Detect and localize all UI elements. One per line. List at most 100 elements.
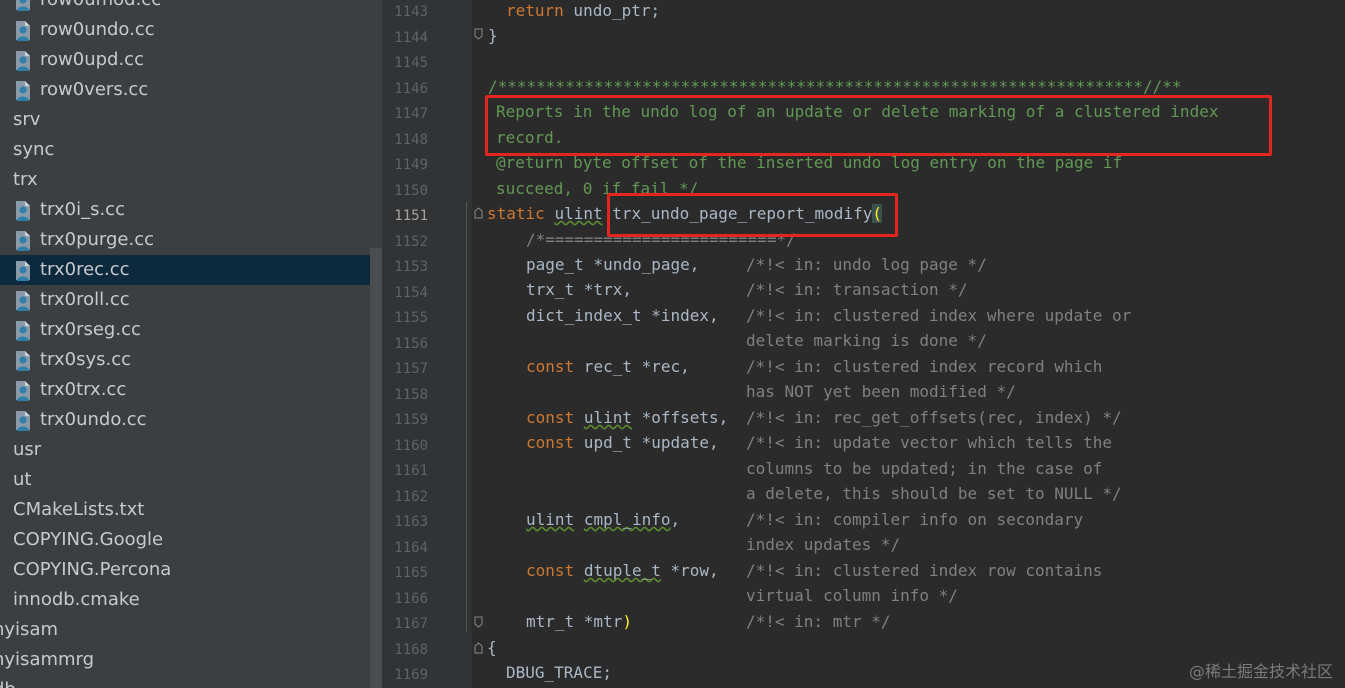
line-number[interactable]: 1145: [384, 53, 428, 73]
comment-line[interactable]: /*!< in: mtr */: [746, 610, 891, 634]
tree-folder-item[interactable]: innodb.cmake: [0, 585, 370, 615]
line-number[interactable]: 1155: [384, 308, 428, 328]
keyword: return: [506, 1, 564, 20]
line-number[interactable]: 1152: [384, 232, 428, 252]
param-line[interactable]: dict_index_t *index,: [526, 304, 719, 328]
line-number[interactable]: 1156: [384, 334, 428, 354]
comment-line[interactable]: /*!< in: update vector which tells the: [746, 431, 1112, 455]
tree-file-item[interactable]: trx0sys.cc: [0, 345, 370, 375]
comment-line[interactable]: columns to be updated; in the case of: [746, 457, 1102, 481]
tree-folder-item[interactable]: nyisammrg: [0, 645, 370, 675]
tree-folder-item[interactable]: COPYING.Google: [0, 525, 370, 555]
param-line[interactable]: const upd_t *update,: [526, 431, 719, 455]
line-number[interactable]: 1147: [384, 104, 428, 124]
comment: /*!< in: rec_get_offsets(rec, index) */: [746, 408, 1122, 427]
tree-folder-item[interactable]: trx: [0, 165, 370, 195]
comment-line[interactable]: /*!< in: clustered index where update or: [746, 304, 1131, 328]
line-number[interactable]: 1151: [384, 206, 428, 226]
line-number[interactable]: 1144: [384, 28, 428, 48]
param-line[interactable]: const dtuple_t *row,: [526, 559, 719, 583]
code-line[interactable]: }: [488, 24, 498, 48]
param-decl: dict_index_t *index,: [526, 306, 719, 325]
line-number[interactable]: 1169: [384, 665, 428, 685]
comment-line[interactable]: /*!< in: compiler info on secondary: [746, 508, 1083, 532]
param-line[interactable]: mtr_t *mtr): [526, 610, 632, 634]
tree-item-label: ut: [13, 469, 32, 490]
line-number[interactable]: 1150: [384, 181, 428, 201]
line-number[interactable]: 1143: [384, 2, 428, 22]
comment-line[interactable]: virtual column info */: [746, 584, 958, 608]
tree-file-item[interactable]: trx0roll.cc: [0, 285, 370, 315]
param-line[interactable]: const rec_t *rec,: [526, 355, 690, 379]
tree-folder-item[interactable]: ut: [0, 465, 370, 495]
tree-file-item[interactable]: row0umod.cc: [0, 0, 370, 15]
line-number[interactable]: 1148: [384, 130, 428, 150]
highlight-box-doc-comment: [485, 95, 1272, 156]
comment-line[interactable]: delete marking is done */: [746, 329, 987, 353]
line-number[interactable]: 1160: [384, 436, 428, 456]
comment-line[interactable]: /*!< in: clustered index row contains: [746, 559, 1102, 583]
line-number[interactable]: 1165: [384, 563, 428, 583]
param-line[interactable]: ulint cmpl_info,: [526, 508, 680, 532]
line-number[interactable]: 1153: [384, 257, 428, 277]
line-number[interactable]: 1158: [384, 385, 428, 405]
param-decl: *row,: [660, 561, 719, 580]
param-line[interactable]: trx_t *trx,: [526, 278, 632, 302]
code-line[interactable]: return undo_ptr;: [506, 0, 660, 23]
line-number[interactable]: 1163: [384, 512, 428, 532]
line-number[interactable]: 1166: [384, 589, 428, 609]
tree-file-item[interactable]: trx0i_s.cc: [0, 195, 370, 225]
code-line[interactable]: DBUG_TRACE;: [506, 661, 612, 685]
tree-file-item[interactable]: trx0rseg.cc: [0, 315, 370, 345]
param-line[interactable]: page_t *undo_page,: [526, 253, 699, 277]
comment-line[interactable]: /*!< in: rec_get_offsets(rec, index) */: [746, 406, 1122, 430]
comment: has NOT yet been modified */: [746, 382, 1016, 401]
code-line[interactable]: {: [487, 636, 497, 660]
tree-folder-item[interactable]: COPYING.Percona: [0, 555, 370, 585]
tree-scrollbar-thumb[interactable]: [370, 248, 382, 688]
tree-file-item[interactable]: trx0trx.cc: [0, 375, 370, 405]
comment-line[interactable]: a delete, this should be set to NULL */: [746, 482, 1122, 506]
comment-line[interactable]: /*!< in: clustered index record which: [746, 355, 1102, 379]
tree-item-label: usr: [13, 439, 42, 460]
fold-end-icon[interactable]: [474, 616, 483, 628]
comment-line[interactable]: /*!< in: undo log page */: [746, 253, 987, 277]
tree-folder-item[interactable]: srv: [0, 105, 370, 135]
line-number[interactable]: 1162: [384, 487, 428, 507]
fold-start-icon[interactable]: [474, 207, 483, 219]
line-number[interactable]: 1157: [384, 359, 428, 379]
param-line[interactable]: const ulint *offsets,: [526, 406, 728, 430]
line-number-gutter: 1143 1144 1145 1146 1147 1148 1149 1150 1151 1152…: [384, 0, 472, 688]
tree-folder-item[interactable]: usr: [0, 435, 370, 465]
comment-line[interactable]: /*!< in: transaction */: [746, 278, 968, 302]
tree-file-item[interactable]: row0undo.cc: [0, 15, 370, 45]
line-number[interactable]: 1149: [384, 155, 428, 175]
line-number[interactable]: 1146: [384, 79, 428, 99]
tree-folder-item[interactable]: sync: [0, 135, 370, 165]
watermark: @稀土掘金技术社区: [1188, 662, 1333, 681]
cpp-file-icon: [16, 351, 30, 371]
tree-item-label: nyisammrg: [0, 649, 95, 670]
fold-end-icon[interactable]: [474, 28, 483, 40]
line-number[interactable]: 1167: [384, 614, 428, 634]
line-number[interactable]: 1168: [384, 640, 428, 660]
tree-item-label: trx0rseg.cc: [40, 319, 141, 340]
tree-folder-item[interactable]: CMakeLists.txt: [0, 495, 370, 525]
tree-file-item[interactable]: trx0purge.cc: [0, 225, 370, 255]
tree-file-item[interactable]: row0vers.cc: [0, 75, 370, 105]
tree-folder-item[interactable]: nyisam: [0, 615, 370, 645]
fold-start-icon[interactable]: [474, 642, 483, 654]
comment-line[interactable]: has NOT yet been modified */: [746, 380, 1016, 404]
tree-folder-item[interactable]: db: [0, 675, 370, 688]
tree-file-item[interactable]: row0upd.cc: [0, 45, 370, 75]
line-number[interactable]: 1161: [384, 461, 428, 481]
tree-file-item[interactable]: trx0rec.cc: [0, 255, 370, 285]
cpp-file-icon: [16, 21, 30, 41]
comment-line[interactable]: index updates */: [746, 533, 900, 557]
tree-file-item[interactable]: trx0undo.cc: [0, 405, 370, 435]
line-number[interactable]: 1159: [384, 410, 428, 430]
line-number[interactable]: 1154: [384, 283, 428, 303]
tree-item-label: trx0rec.cc: [40, 259, 130, 280]
param-decl: trx_t *trx,: [526, 280, 632, 299]
line-number[interactable]: 1164: [384, 538, 428, 558]
